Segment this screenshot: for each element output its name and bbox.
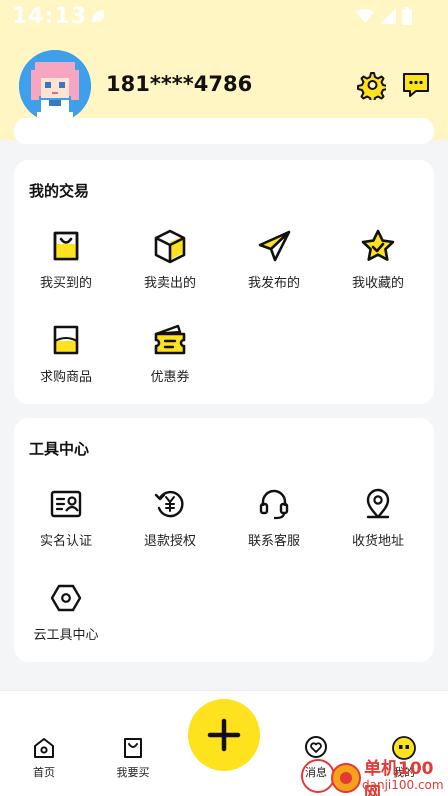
trade-item-label: 我收藏的	[351, 276, 404, 291]
trade-item-bought[interactable]: 我买到的	[14, 228, 118, 308]
gear-icon[interactable]	[356, 70, 386, 100]
tool-item-address[interactable]: 收货地址	[326, 486, 430, 566]
publish-button[interactable]	[188, 699, 260, 771]
tool-item-label: 联系客服	[247, 534, 300, 549]
watermark-url: danji100.com	[362, 778, 444, 792]
tab-home[interactable]: 首页	[12, 736, 76, 784]
tool-item-refund[interactable]: 退款授权	[118, 486, 222, 566]
star-icon	[361, 229, 395, 261]
shopping-bag-icon	[53, 231, 79, 261]
trade-item-published[interactable]: 我发布的	[222, 228, 326, 308]
trade-item-label: 我发布的	[247, 276, 300, 291]
tool-item-label: 收货地址	[351, 534, 404, 549]
wifi-icon	[356, 9, 374, 23]
id-card-icon	[50, 490, 82, 518]
tab-label: 我要买	[116, 766, 150, 779]
tab-label: 首页	[33, 766, 55, 779]
status-time: 14:13	[12, 4, 88, 29]
trade-item-sold[interactable]: 我卖出的	[118, 228, 222, 308]
box-icon	[154, 229, 186, 264]
hidden-card-edge	[14, 118, 434, 144]
request-bag-icon	[53, 325, 79, 355]
battery-icon	[402, 7, 412, 25]
coupon-icon	[154, 324, 186, 355]
user-phone: 181****4786	[106, 72, 253, 96]
trade-item-favorites[interactable]: 我收藏的	[326, 228, 430, 308]
bag-icon	[124, 738, 142, 758]
location-pin-icon	[366, 488, 390, 519]
notification-icon	[92, 10, 104, 22]
status-indicators	[356, 7, 412, 25]
trade-item-label: 我买到的	[39, 276, 92, 291]
trade-card: 我的交易 我买到的 我卖出的 我发布的 我收藏的 求购商品 优惠券	[14, 160, 434, 404]
tools-card: 工具中心 实名认证 退款授权 联系客服 收货地址 云工具中心	[14, 418, 434, 662]
trade-item-coupon[interactable]: 优惠券	[118, 322, 222, 402]
pixel-girl-avatar-icon	[19, 50, 91, 122]
tab-buy[interactable]: 我要买	[101, 736, 165, 784]
tool-item-label: 退款授权	[143, 534, 196, 549]
headset-icon	[259, 489, 289, 520]
trade-item-request[interactable]: 求购商品	[14, 322, 118, 402]
trade-item-label: 我卖出的	[143, 276, 196, 291]
tool-item-service[interactable]: 联系客服	[222, 486, 326, 566]
tool-item-verify[interactable]: 实名认证	[14, 486, 118, 566]
tool-item-label: 云工具中心	[33, 628, 99, 643]
refund-yen-icon	[154, 490, 184, 518]
trade-item-label: 求购商品	[39, 370, 92, 385]
tool-item-label: 实名认证	[39, 534, 92, 549]
tool-item-cloud[interactable]: 云工具中心	[14, 580, 118, 660]
avatar[interactable]	[19, 50, 91, 122]
status-bar: 14:13	[0, 0, 448, 34]
home-icon	[34, 738, 54, 758]
tools-title: 工具中心	[29, 440, 90, 458]
plus-icon	[207, 718, 241, 752]
trade-title: 我的交易	[29, 182, 90, 200]
hexagon-icon	[50, 584, 82, 612]
chat-bubble-icon[interactable]	[401, 70, 431, 100]
paper-plane-icon	[258, 230, 291, 262]
signal-icon	[380, 8, 396, 24]
trade-item-label: 优惠券	[150, 370, 190, 385]
